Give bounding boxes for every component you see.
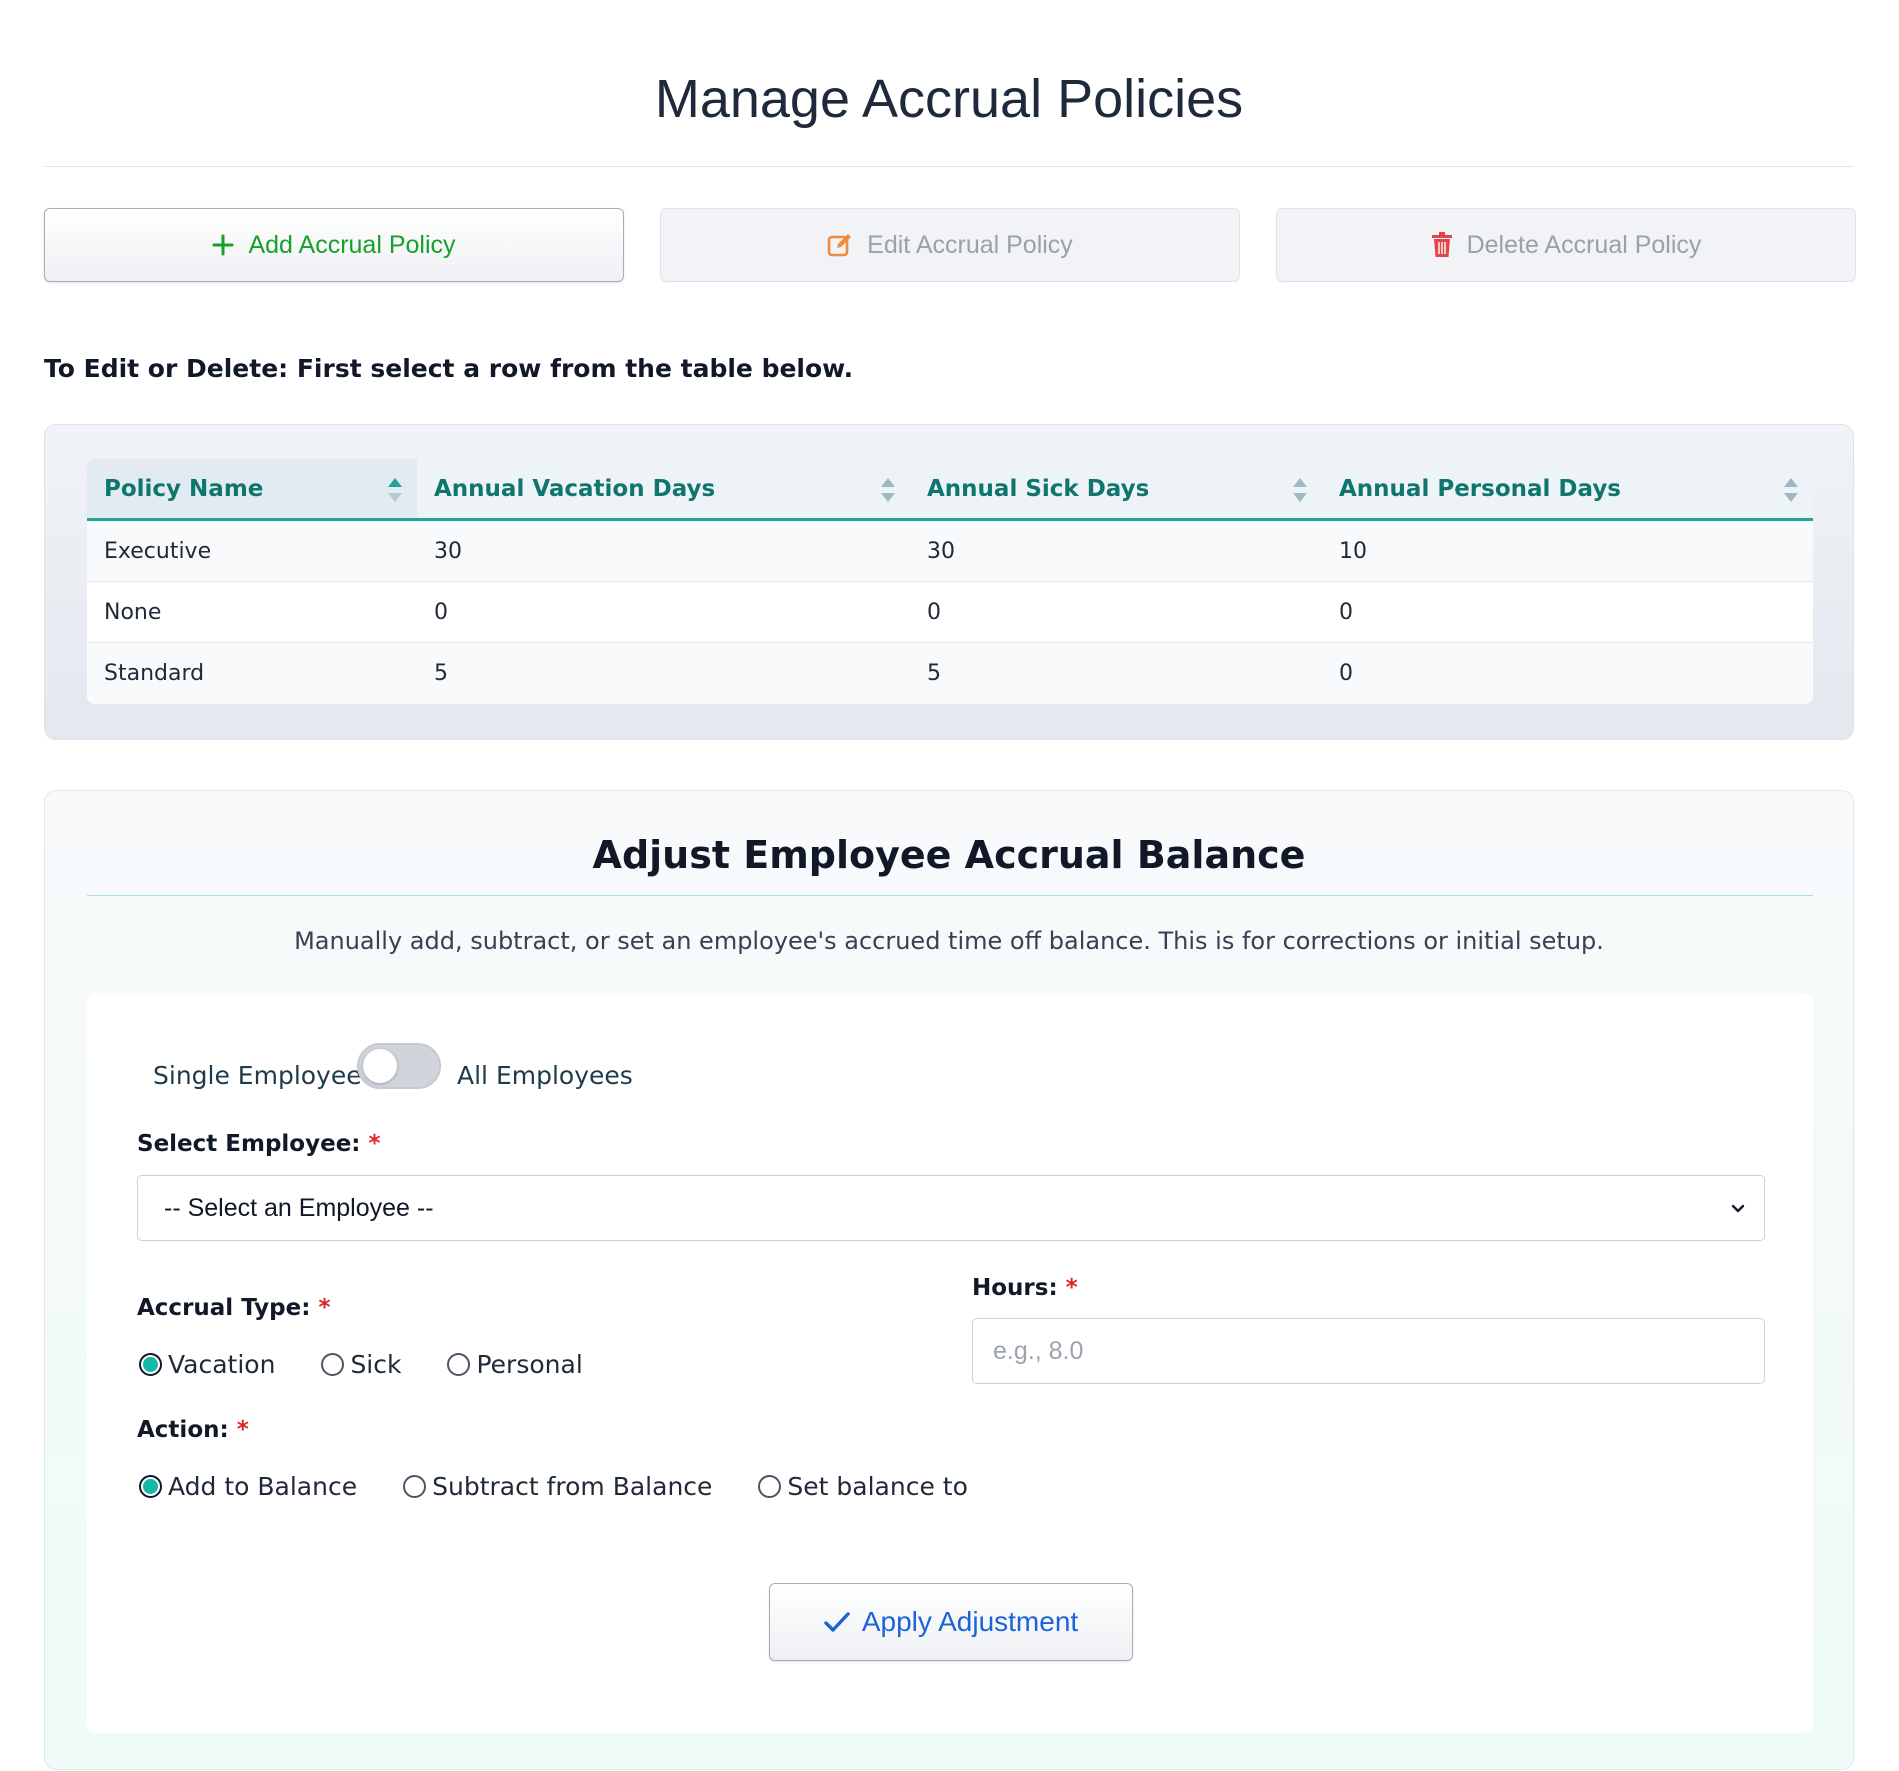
required-mark: * <box>1065 1275 1078 1301</box>
adjust-description: Manually add, subtract, or set an employ… <box>294 927 1604 955</box>
employee-select[interactable]: -- Select an Employee -- <box>137 1175 1765 1241</box>
table-body: Executive 30 30 10 None 0 0 0 Standard 5… <box>87 521 1813 704</box>
column-header-personal-days[interactable]: Annual Personal Days <box>1322 459 1813 518</box>
single-employee-label: Single Employee <box>153 1061 362 1090</box>
chevron-down-icon <box>1731 1204 1745 1213</box>
sort-icon <box>1784 478 1798 502</box>
adjust-balance-title: Adjust Employee Accrual Balance <box>592 833 1306 877</box>
select-employee-label: Select Employee: * <box>137 1131 381 1157</box>
adjust-divider <box>87 895 1813 896</box>
radio-button[interactable] <box>758 1475 782 1498</box>
toggle-knob <box>363 1049 397 1083</box>
title-divider <box>44 166 1854 167</box>
table-row[interactable]: Executive 30 30 10 <box>87 521 1813 582</box>
edit-accrual-policy-button[interactable]: Edit Accrual Policy <box>660 208 1240 282</box>
required-mark: * <box>318 1295 331 1321</box>
adjust-form: Single Employee All Employees Select Emp… <box>87 993 1813 1733</box>
employee-scope-toggle[interactable] <box>357 1043 441 1089</box>
radio-personal[interactable]: Personal <box>447 1350 583 1379</box>
cell-personal-days: 0 <box>1339 599 1353 625</box>
plus-icon <box>212 234 234 256</box>
sort-icon <box>881 478 895 502</box>
add-accrual-policy-button[interactable]: Add Accrual Policy <box>44 208 624 282</box>
radio-button-selected[interactable] <box>139 1475 162 1498</box>
checkmark-icon <box>824 1612 850 1632</box>
cell-personal-days: 10 <box>1339 538 1367 564</box>
policies-table: Policy Name Annual Vacation Days Annual … <box>87 459 1813 704</box>
cell-vacation-days: 30 <box>434 538 462 564</box>
hours-placeholder: e.g., 8.0 <box>993 1336 1084 1365</box>
trash-icon <box>1431 232 1453 258</box>
table-row[interactable]: None 0 0 0 <box>87 582 1813 643</box>
add-accrual-policy-label: Add Accrual Policy <box>248 230 456 259</box>
radio-add-to-balance[interactable]: Add to Balance <box>139 1472 357 1501</box>
apply-adjustment-label: Apply Adjustment <box>861 1606 1079 1637</box>
radio-button[interactable] <box>447 1353 471 1376</box>
edit-accrual-policy-label: Edit Accrual Policy <box>867 230 1073 259</box>
cell-policy-name: None <box>104 599 162 625</box>
radio-button[interactable] <box>403 1475 427 1498</box>
hours-label: Hours: * <box>972 1275 1078 1301</box>
radio-sick[interactable]: Sick <box>321 1350 401 1379</box>
employee-select-value: -- Select an Employee -- <box>164 1193 434 1222</box>
delete-accrual-policy-label: Delete Accrual Policy <box>1466 230 1702 259</box>
policies-table-card: Policy Name Annual Vacation Days Annual … <box>44 424 1854 740</box>
page-title: Manage Accrual Policies <box>654 69 1244 129</box>
column-header-policy-name[interactable]: Policy Name <box>87 459 417 518</box>
action-radio-group: Add to Balance Subtract from Balance Set… <box>139 1472 968 1501</box>
delete-accrual-policy-button[interactable]: Delete Accrual Policy <box>1276 208 1856 282</box>
cell-vacation-days: 0 <box>434 599 448 625</box>
cell-policy-name: Executive <box>104 538 212 564</box>
all-employees-label: All Employees <box>457 1061 633 1090</box>
hours-input[interactable]: e.g., 8.0 <box>972 1318 1765 1384</box>
radio-vacation[interactable]: Vacation <box>139 1350 275 1379</box>
sort-icon <box>1293 478 1307 502</box>
radio-button[interactable] <box>321 1353 345 1376</box>
cell-policy-name: Standard <box>104 661 205 686</box>
cell-sick-days: 0 <box>927 599 941 625</box>
action-label: Action: * <box>137 1417 249 1443</box>
cell-vacation-days: 5 <box>434 661 448 686</box>
required-mark: * <box>368 1131 381 1157</box>
sort-icon <box>388 478 402 502</box>
table-header: Policy Name Annual Vacation Days Annual … <box>87 459 1813 521</box>
adjust-balance-card: Adjust Employee Accrual Balance Manually… <box>44 790 1854 1770</box>
table-row[interactable]: Standard 5 5 0 <box>87 643 1813 704</box>
accrual-type-radio-group: Vacation Sick Personal <box>139 1350 583 1379</box>
radio-button-selected[interactable] <box>139 1353 162 1376</box>
accrual-type-label: Accrual Type: * <box>137 1295 331 1321</box>
cell-personal-days: 0 <box>1339 661 1353 686</box>
radio-subtract-from-balance[interactable]: Subtract from Balance <box>403 1472 712 1501</box>
cell-sick-days: 30 <box>927 538 955 564</box>
edit-icon <box>827 232 853 258</box>
cell-sick-days: 5 <box>927 661 941 686</box>
column-header-vacation-days[interactable]: Annual Vacation Days <box>417 459 910 518</box>
column-header-sick-days[interactable]: Annual Sick Days <box>910 459 1322 518</box>
required-mark: * <box>236 1417 249 1443</box>
radio-set-balance-to[interactable]: Set balance to <box>758 1472 968 1501</box>
apply-adjustment-button[interactable]: Apply Adjustment <box>769 1583 1133 1661</box>
selection-hint: To Edit or Delete: First select a row fr… <box>44 354 854 383</box>
